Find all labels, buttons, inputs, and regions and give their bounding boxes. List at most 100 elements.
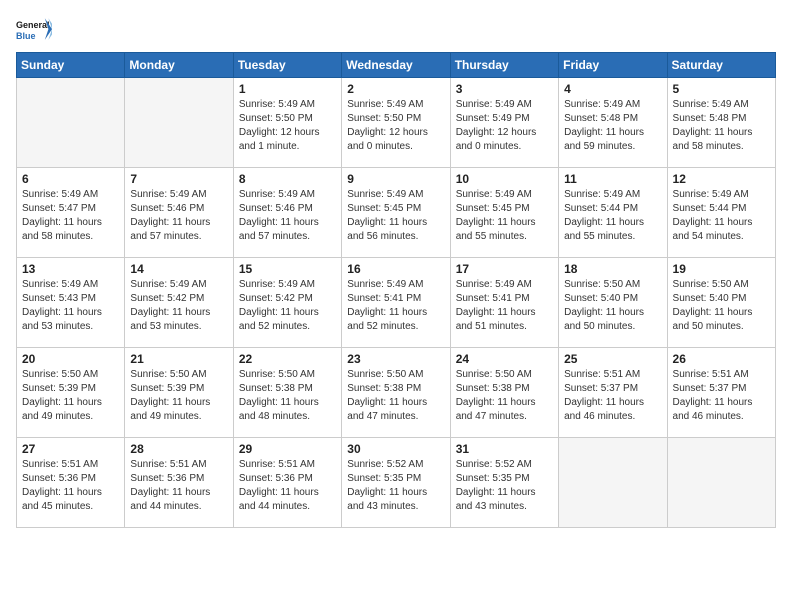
day-info: Sunrise: 5:51 AM Sunset: 5:37 PM Dayligh… xyxy=(673,368,770,424)
day-info: Sunrise: 5:49 AM Sunset: 5:50 PM Dayligh… xyxy=(239,98,336,154)
calendar-cell xyxy=(559,438,667,528)
day-info: Sunrise: 5:52 AM Sunset: 5:35 PM Dayligh… xyxy=(456,458,553,514)
day-info: Sunrise: 5:49 AM Sunset: 5:42 PM Dayligh… xyxy=(130,278,227,334)
day-number: 9 xyxy=(347,172,444,186)
calendar-cell: 23Sunrise: 5:50 AM Sunset: 5:38 PM Dayli… xyxy=(342,348,450,438)
calendar-cell: 29 Sunrise: 5:51 AM Sunset: 5:36 PM Dayli… xyxy=(233,438,341,528)
calendar-cell: 17 Sunrise: 5:49 AM Sunset: 5:41 PM Dayli… xyxy=(450,258,558,348)
day-number: 10 xyxy=(456,172,553,186)
day-number: 14 xyxy=(130,262,227,276)
calendar-cell: 16Sunrise: 5:49 AM Sunset: 5:41 PM Dayli… xyxy=(342,258,450,348)
day-info: Sunrise: 5:49 AM Sunset: 5:46 PM Dayligh… xyxy=(130,188,227,244)
day-number: 21 xyxy=(130,352,227,366)
calendar-cell: 31 Sunrise: 5:52 AM Sunset: 5:35 PM Dayli… xyxy=(450,438,558,528)
day-info: Sunrise: 5:49 AM Sunset: 5:45 PM Dayligh… xyxy=(456,188,553,244)
calendar-week-4: 20 Sunrise: 5:50 AM Sunset: 5:39 PM Dayli… xyxy=(17,348,776,438)
calendar-cell: 26 Sunrise: 5:51 AM Sunset: 5:37 PM Dayli… xyxy=(667,348,775,438)
calendar-cell: 22 Sunrise: 5:50 AM Sunset: 5:38 PM Dayli… xyxy=(233,348,341,438)
page-header: GeneralBlue xyxy=(16,16,776,44)
calendar-cell: 30 Sunrise: 5:52 AM Sunset: 5:35 PM Dayli… xyxy=(342,438,450,528)
weekday-header-tuesday: Tuesday xyxy=(233,53,341,78)
day-number: 17 xyxy=(456,262,553,276)
day-number: 8 xyxy=(239,172,336,186)
day-number: 19 xyxy=(673,262,770,276)
calendar-cell: 4 Sunrise: 5:49 AM Sunset: 5:48 PM Daylig… xyxy=(559,78,667,168)
weekday-header-monday: Monday xyxy=(125,53,233,78)
calendar-table: SundayMondayTuesdayWednesdayThursdayFrid… xyxy=(16,52,776,528)
day-number: 22 xyxy=(239,352,336,366)
day-number: 11 xyxy=(564,172,661,186)
calendar-cell: 5Sunrise: 5:49 AM Sunset: 5:48 PM Daylig… xyxy=(667,78,775,168)
day-info: Sunrise: 5:51 AM Sunset: 5:36 PM Dayligh… xyxy=(239,458,336,514)
day-info: Sunrise: 5:49 AM Sunset: 5:41 PM Dayligh… xyxy=(456,278,553,334)
calendar-cell: 8 Sunrise: 5:49 AM Sunset: 5:46 PM Daylig… xyxy=(233,168,341,258)
weekday-header-saturday: Saturday xyxy=(667,53,775,78)
calendar-cell: 28Sunrise: 5:51 AM Sunset: 5:36 PM Dayli… xyxy=(125,438,233,528)
calendar-cell: 18 Sunrise: 5:50 AM Sunset: 5:40 PM Dayli… xyxy=(559,258,667,348)
day-info: Sunrise: 5:49 AM Sunset: 5:49 PM Dayligh… xyxy=(456,98,553,154)
day-info: Sunrise: 5:49 AM Sunset: 5:50 PM Dayligh… xyxy=(347,98,444,154)
weekday-header-row: SundayMondayTuesdayWednesdayThursdayFrid… xyxy=(17,53,776,78)
day-number: 15 xyxy=(239,262,336,276)
day-number: 20 xyxy=(22,352,119,366)
day-number: 26 xyxy=(673,352,770,366)
day-number: 30 xyxy=(347,442,444,456)
day-info: Sunrise: 5:51 AM Sunset: 5:36 PM Dayligh… xyxy=(130,458,227,514)
weekday-header-wednesday: Wednesday xyxy=(342,53,450,78)
calendar-week-3: 13 Sunrise: 5:49 AM Sunset: 5:43 PM Dayli… xyxy=(17,258,776,348)
calendar-cell: 3 Sunrise: 5:49 AM Sunset: 5:49 PM Daylig… xyxy=(450,78,558,168)
day-info: Sunrise: 5:50 AM Sunset: 5:38 PM Dayligh… xyxy=(347,368,444,424)
calendar-cell: 27 Sunrise: 5:51 AM Sunset: 5:36 PM Dayli… xyxy=(17,438,125,528)
day-info: Sunrise: 5:51 AM Sunset: 5:37 PM Dayligh… xyxy=(564,368,661,424)
weekday-header-sunday: Sunday xyxy=(17,53,125,78)
calendar-cell: 13 Sunrise: 5:49 AM Sunset: 5:43 PM Dayli… xyxy=(17,258,125,348)
calendar-cell: 20 Sunrise: 5:50 AM Sunset: 5:39 PM Dayli… xyxy=(17,348,125,438)
day-number: 27 xyxy=(22,442,119,456)
day-number: 24 xyxy=(456,352,553,366)
svg-text:General: General xyxy=(16,20,50,30)
calendar-cell: 24Sunrise: 5:50 AM Sunset: 5:38 PM Dayli… xyxy=(450,348,558,438)
day-info: Sunrise: 5:50 AM Sunset: 5:40 PM Dayligh… xyxy=(673,278,770,334)
day-info: Sunrise: 5:49 AM Sunset: 5:43 PM Dayligh… xyxy=(22,278,119,334)
logo-icon: GeneralBlue xyxy=(16,16,52,44)
day-number: 18 xyxy=(564,262,661,276)
day-info: Sunrise: 5:51 AM Sunset: 5:36 PM Dayligh… xyxy=(22,458,119,514)
calendar-cell: 1 Sunrise: 5:49 AM Sunset: 5:50 PM Daylig… xyxy=(233,78,341,168)
calendar-cell: 6Sunrise: 5:49 AM Sunset: 5:47 PM Daylig… xyxy=(17,168,125,258)
day-info: Sunrise: 5:49 AM Sunset: 5:45 PM Dayligh… xyxy=(347,188,444,244)
day-info: Sunrise: 5:50 AM Sunset: 5:38 PM Dayligh… xyxy=(239,368,336,424)
weekday-header-thursday: Thursday xyxy=(450,53,558,78)
day-info: Sunrise: 5:50 AM Sunset: 5:39 PM Dayligh… xyxy=(22,368,119,424)
day-info: Sunrise: 5:49 AM Sunset: 5:42 PM Dayligh… xyxy=(239,278,336,334)
calendar-week-5: 27 Sunrise: 5:51 AM Sunset: 5:36 PM Dayli… xyxy=(17,438,776,528)
day-number: 4 xyxy=(564,82,661,96)
calendar-cell: 12Sunrise: 5:49 AM Sunset: 5:44 PM Dayli… xyxy=(667,168,775,258)
day-info: Sunrise: 5:52 AM Sunset: 5:35 PM Dayligh… xyxy=(347,458,444,514)
day-info: Sunrise: 5:49 AM Sunset: 5:47 PM Dayligh… xyxy=(22,188,119,244)
day-info: Sunrise: 5:49 AM Sunset: 5:46 PM Dayligh… xyxy=(239,188,336,244)
calendar-cell: 11 Sunrise: 5:49 AM Sunset: 5:44 PM Dayli… xyxy=(559,168,667,258)
day-number: 29 xyxy=(239,442,336,456)
calendar-cell: 25 Sunrise: 5:51 AM Sunset: 5:37 PM Dayli… xyxy=(559,348,667,438)
day-number: 25 xyxy=(564,352,661,366)
day-number: 3 xyxy=(456,82,553,96)
calendar-week-2: 6Sunrise: 5:49 AM Sunset: 5:47 PM Daylig… xyxy=(17,168,776,258)
day-info: Sunrise: 5:49 AM Sunset: 5:44 PM Dayligh… xyxy=(564,188,661,244)
day-number: 12 xyxy=(673,172,770,186)
calendar-cell xyxy=(17,78,125,168)
day-info: Sunrise: 5:50 AM Sunset: 5:39 PM Dayligh… xyxy=(130,368,227,424)
calendar-cell xyxy=(125,78,233,168)
calendar-cell: 14 Sunrise: 5:49 AM Sunset: 5:42 PM Dayli… xyxy=(125,258,233,348)
day-number: 13 xyxy=(22,262,119,276)
day-number: 7 xyxy=(130,172,227,186)
day-info: Sunrise: 5:49 AM Sunset: 5:48 PM Dayligh… xyxy=(673,98,770,154)
calendar-cell: 9 Sunrise: 5:49 AM Sunset: 5:45 PM Daylig… xyxy=(342,168,450,258)
calendar-cell: 15 Sunrise: 5:49 AM Sunset: 5:42 PM Dayli… xyxy=(233,258,341,348)
day-info: Sunrise: 5:50 AM Sunset: 5:40 PM Dayligh… xyxy=(564,278,661,334)
day-number: 31 xyxy=(456,442,553,456)
day-info: Sunrise: 5:49 AM Sunset: 5:48 PM Dayligh… xyxy=(564,98,661,154)
calendar-cell: 2Sunrise: 5:49 AM Sunset: 5:50 PM Daylig… xyxy=(342,78,450,168)
day-info: Sunrise: 5:49 AM Sunset: 5:41 PM Dayligh… xyxy=(347,278,444,334)
calendar-cell: 10 Sunrise: 5:49 AM Sunset: 5:45 PM Dayli… xyxy=(450,168,558,258)
day-number: 1 xyxy=(239,82,336,96)
